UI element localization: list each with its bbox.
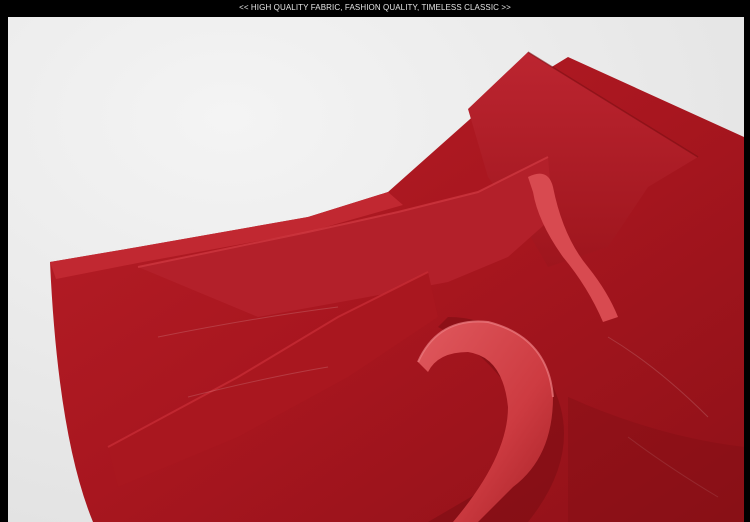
red-suede-skirt-illustration	[8, 17, 744, 522]
product-photo	[8, 17, 744, 522]
quality-banner-text: << HIGH QUALITY FABRIC, FASHION QUALITY,…	[0, 0, 750, 16]
product-image-page: << HIGH QUALITY FABRIC, FASHION QUALITY,…	[0, 0, 750, 522]
